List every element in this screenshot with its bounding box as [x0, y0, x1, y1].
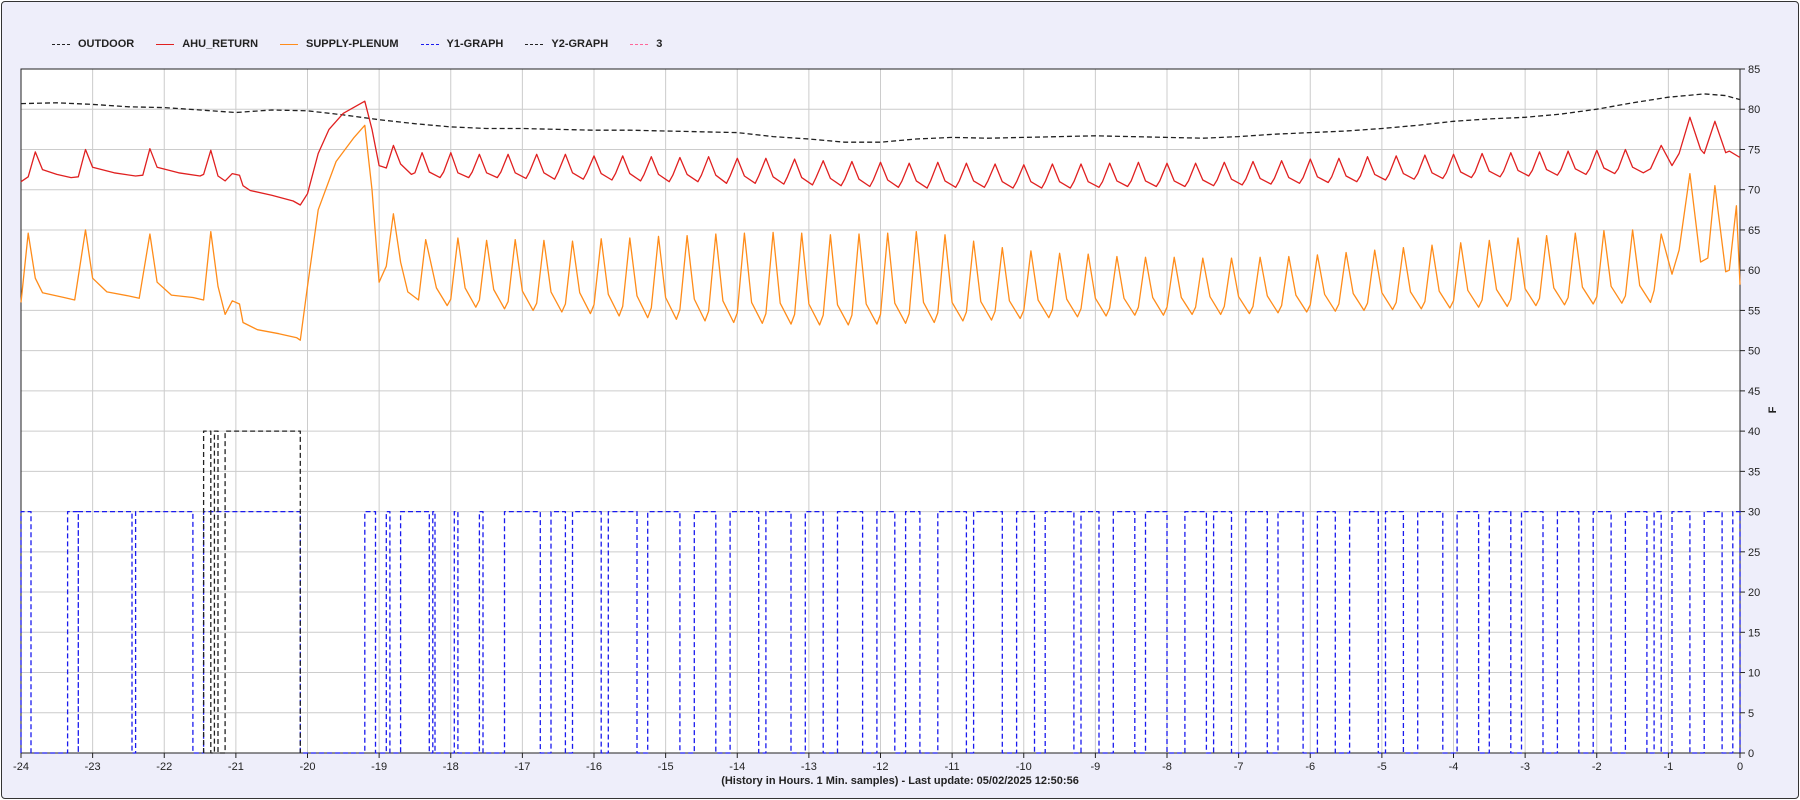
x-tick-label: -18 [443, 761, 459, 773]
y-tick-label: 40 [1748, 426, 1760, 438]
y-tick-label: 20 [1748, 587, 1760, 599]
y-tick-label: 85 [1748, 64, 1760, 76]
y-tick-label: 75 [1748, 144, 1760, 156]
x-tick-label: -21 [228, 761, 244, 773]
y-tick-label: 30 [1748, 507, 1760, 519]
x-tick-label: -10 [1016, 761, 1032, 773]
y-tick-label: 70 [1748, 185, 1760, 197]
y-axis-label: F [1767, 406, 1779, 414]
y-tick-label: 65 [1748, 225, 1760, 237]
x-tick-label: -6 [1305, 761, 1315, 773]
y-tick-label: 60 [1748, 265, 1760, 277]
y-tick-label: 45 [1748, 386, 1760, 398]
y-tick-label: 10 [1748, 668, 1760, 680]
x-tick-label: -16 [586, 761, 602, 773]
x-tick-label: -2 [1592, 761, 1602, 773]
x-tick-label: -1 [1663, 761, 1673, 773]
chart-footer: (History in Hours. 1 Min. samples) - Las… [721, 775, 1079, 787]
x-tick-label: -12 [873, 761, 889, 773]
x-tick-label: -24 [13, 761, 29, 773]
y-tick-label: 55 [1748, 305, 1760, 317]
y-tick-label: 5 [1748, 708, 1754, 720]
x-tick-label: -14 [729, 761, 745, 773]
y-tick-label: 25 [1748, 547, 1760, 559]
y-tick-label: 35 [1748, 466, 1760, 478]
chart-plot: -24 -23 -22 -21 -20 -19 -18 -17 -16 -15 -14 -13 -12-… [13, 64, 1760, 773]
y-tick-label: 0 [1748, 748, 1754, 760]
x-tick-label: -8 [1162, 761, 1172, 773]
x-tick-label: -20 [300, 761, 316, 773]
x-tick-label: -5 [1377, 761, 1387, 773]
y-tick-label: 50 [1748, 346, 1760, 358]
x-tick-label: -11 [945, 761, 960, 773]
x-tick-label: -23 [85, 761, 101, 773]
y-tick-label: 15 [1748, 627, 1760, 639]
x-tick-label: -13 [801, 761, 817, 773]
x-tick-label: -7 [1234, 761, 1244, 773]
x-tick-label: -15 [658, 761, 674, 773]
y-tick-label: 80 [1748, 104, 1760, 116]
x-tick-label: 0 [1737, 761, 1743, 773]
x-tick-label: -19 [371, 761, 387, 773]
x-tick-label: -9 [1090, 761, 1100, 773]
x-tick-label: -22 [156, 761, 172, 773]
x-tick-label: -17 [514, 761, 530, 773]
x-tick-label: -4 [1449, 761, 1459, 773]
x-tick-label: -3 [1520, 761, 1530, 773]
